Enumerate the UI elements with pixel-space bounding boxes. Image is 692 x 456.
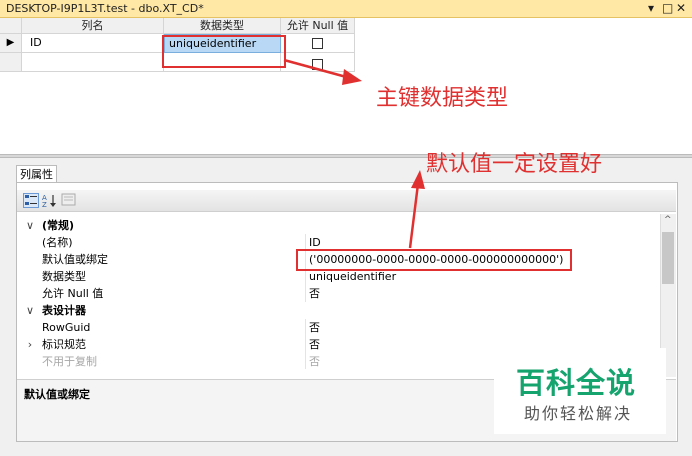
property-value[interactable]: 否 xyxy=(309,336,320,353)
annotation-default-value-note: 默认值一定设置好 xyxy=(426,152,603,177)
highlight-box-default-value xyxy=(296,249,572,271)
column-divider xyxy=(305,285,306,302)
description-title: 默认值或绑定 xyxy=(24,388,90,401)
property-name: 允许 Null 值 xyxy=(42,287,104,300)
property-name: 数据类型 xyxy=(42,270,86,283)
category-label: (常规) xyxy=(42,219,75,232)
property-pages-icon[interactable] xyxy=(61,193,77,208)
allow-null-checkbox[interactable] xyxy=(312,38,323,49)
collapse-icon[interactable]: ∨ xyxy=(24,217,36,234)
column-name-cell[interactable]: ID xyxy=(22,34,164,53)
property-name: 默认值或绑定 xyxy=(42,253,108,266)
column-divider xyxy=(305,353,306,369)
property-name: RowGuid xyxy=(42,321,91,334)
column-header-type[interactable]: 数据类型 xyxy=(164,18,281,34)
property-name: 不用于复制 xyxy=(42,355,97,368)
column-divider xyxy=(305,336,306,353)
dropdown-icon[interactable]: ▾ xyxy=(648,1,654,15)
close-icon[interactable]: ✕ xyxy=(676,1,686,15)
column-header-null[interactable]: 允许 Null 值 xyxy=(281,18,355,34)
property-value[interactable]: 否 xyxy=(309,353,320,369)
scrollbar-thumb[interactable] xyxy=(662,232,674,284)
svg-text:Z: Z xyxy=(42,201,47,208)
collapse-icon[interactable]: ∨ xyxy=(24,302,36,319)
category-table-designer[interactable]: ∨ 表设计器 xyxy=(22,302,658,319)
scroll-up-icon[interactable]: ^ xyxy=(664,215,672,225)
property-name: (名称) xyxy=(42,236,73,249)
category-general[interactable]: ∨ (常规) xyxy=(22,217,658,234)
property-value[interactable]: 否 xyxy=(309,319,320,336)
property-name: 标识规范 xyxy=(42,338,86,351)
expand-icon[interactable]: › xyxy=(24,336,36,353)
property-toolbar: AZ xyxy=(17,190,676,212)
column-divider xyxy=(305,319,306,336)
document-tab-bar: DESKTOP-I9P1L3T.test - dbo.XT_CD* ▾ □ ✕ xyxy=(0,0,692,18)
row-selector-current[interactable]: ▶ xyxy=(0,34,22,53)
property-row-allow-null[interactable]: 允许 Null 值 否 xyxy=(22,285,658,302)
property-row-rowguid[interactable]: RowGuid 否 xyxy=(22,319,658,336)
tab-column-properties[interactable]: 列属性 xyxy=(16,165,57,183)
watermark-title: 百科全说 xyxy=(516,366,637,400)
maximize-icon[interactable]: □ xyxy=(662,1,673,15)
alphabetical-view-icon[interactable]: AZ xyxy=(42,193,58,209)
row-selector[interactable] xyxy=(0,53,22,72)
column-header-name[interactable]: 列名 xyxy=(22,18,164,34)
watermark-logo: 百科全说 助你轻松解决 xyxy=(494,348,666,434)
column-name-cell-empty[interactable] xyxy=(22,53,164,72)
annotation-arrow-icon xyxy=(283,58,362,85)
watermark-subtitle: 助你轻松解决 xyxy=(524,404,633,423)
categorized-view-icon[interactable] xyxy=(23,193,39,208)
property-value[interactable]: 否 xyxy=(309,285,320,302)
annotation-arrow-up-icon xyxy=(408,170,425,249)
category-label: 表设计器 xyxy=(42,304,86,317)
highlight-box-data-type xyxy=(162,35,286,68)
document-tab-title[interactable]: DESKTOP-I9P1L3T.test - dbo.XT_CD* xyxy=(6,2,204,15)
annotation-primary-key-type: 主键数据类型 xyxy=(376,86,509,111)
row-header-corner xyxy=(0,18,22,34)
